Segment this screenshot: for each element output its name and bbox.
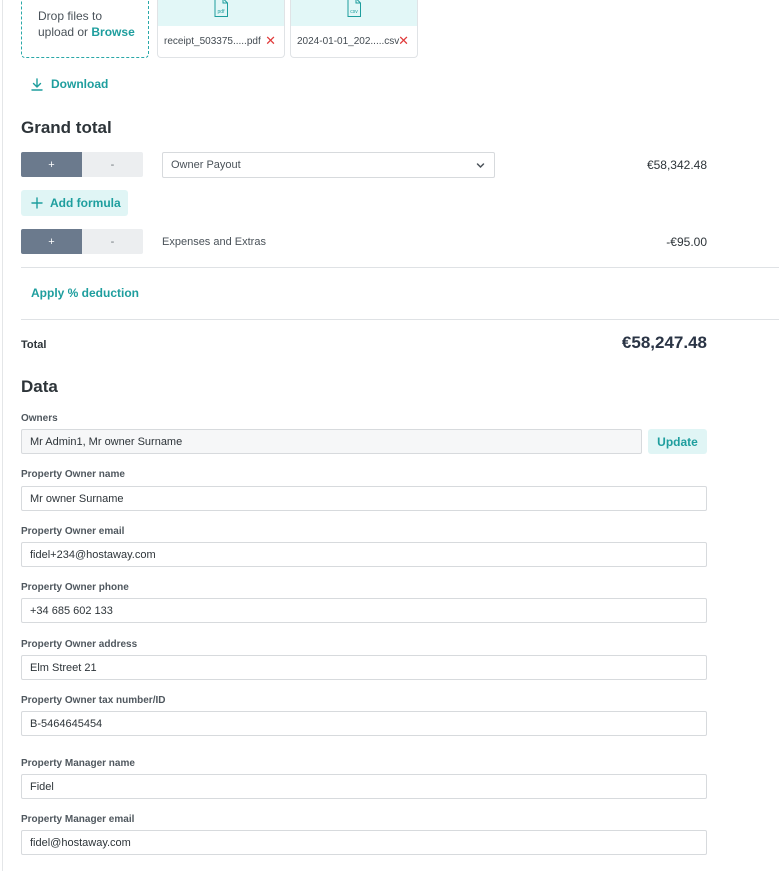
file-thumbnail: pdf <box>158 0 284 26</box>
plus-button[interactable]: + <box>21 152 82 177</box>
add-subtract-toggle: + - <box>21 152 143 177</box>
owner-tax-id-field[interactable] <box>21 711 707 736</box>
owner-name-label: Property Owner name <box>21 469 125 480</box>
divider <box>21 267 779 268</box>
svg-text:csv: csv <box>350 9 358 15</box>
row-amount: €58,342.48 <box>646 158 707 172</box>
attached-file-card[interactable]: pdf receipt_503375.....pdf ✕ <box>157 0 285 58</box>
pdf-file-icon: pdf <box>214 0 228 17</box>
attached-file-card[interactable]: csv 2024-01-01_202.....csv ✕ <box>290 0 418 58</box>
browse-link[interactable]: Browse <box>91 25 134 39</box>
expenses-label: Expenses and Extras <box>162 236 266 248</box>
total-value: €58,247.48 <box>621 333 707 352</box>
file-name: 2024-01-01_202.....csv <box>297 36 400 47</box>
panel-left-border <box>2 0 3 871</box>
data-heading: Data <box>21 377 58 396</box>
select-value: Owner Payout <box>171 159 241 171</box>
download-icon <box>31 77 43 91</box>
file-name: receipt_503375.....pdf <box>164 36 261 47</box>
minus-button[interactable]: - <box>82 229 143 254</box>
grand-total-heading: Grand total <box>21 118 112 137</box>
plus-icon <box>31 197 43 209</box>
add-subtract-toggle: + - <box>21 229 143 254</box>
owner-phone-field[interactable] <box>21 598 707 623</box>
file-dropzone[interactable]: Drop files to upload or Browse <box>21 0 149 58</box>
owner-tax-id-label: Property Owner tax number/ID <box>21 695 166 706</box>
chevron-down-icon <box>476 163 485 169</box>
update-button[interactable]: Update <box>648 429 707 454</box>
divider <box>21 319 779 320</box>
svg-text:pdf: pdf <box>218 9 226 15</box>
add-formula-button[interactable]: Add formula <box>21 190 128 216</box>
plus-button[interactable]: + <box>21 229 82 254</box>
formula-source-select[interactable]: Owner Payout <box>162 152 495 178</box>
owner-name-field[interactable] <box>21 486 707 511</box>
manager-email-label: Property Manager email <box>21 814 135 825</box>
apply-deduction-link[interactable]: Apply % deduction <box>31 286 139 300</box>
total-label: Total <box>21 339 47 351</box>
owner-address-label: Property Owner address <box>21 639 138 650</box>
owner-email-field[interactable] <box>21 542 707 567</box>
owner-phone-label: Property Owner phone <box>21 582 129 593</box>
dropzone-text: Drop files to upload or Browse <box>38 9 135 39</box>
download-button[interactable]: Download <box>31 77 108 91</box>
csv-file-icon: csv <box>347 0 361 17</box>
manager-email-field[interactable] <box>21 830 707 855</box>
remove-file-icon[interactable]: ✕ <box>398 34 409 47</box>
remove-file-icon[interactable]: ✕ <box>265 34 276 47</box>
row-amount: -€95.00 <box>666 235 707 249</box>
file-thumbnail: csv <box>291 0 417 26</box>
owner-email-label: Property Owner email <box>21 526 125 537</box>
manager-name-label: Property Manager name <box>21 758 135 769</box>
owners-label: Owners <box>21 413 58 424</box>
owners-field[interactable] <box>21 429 642 454</box>
minus-button[interactable]: - <box>82 152 143 177</box>
owner-address-field[interactable] <box>21 655 707 680</box>
manager-name-field[interactable] <box>21 774 707 799</box>
